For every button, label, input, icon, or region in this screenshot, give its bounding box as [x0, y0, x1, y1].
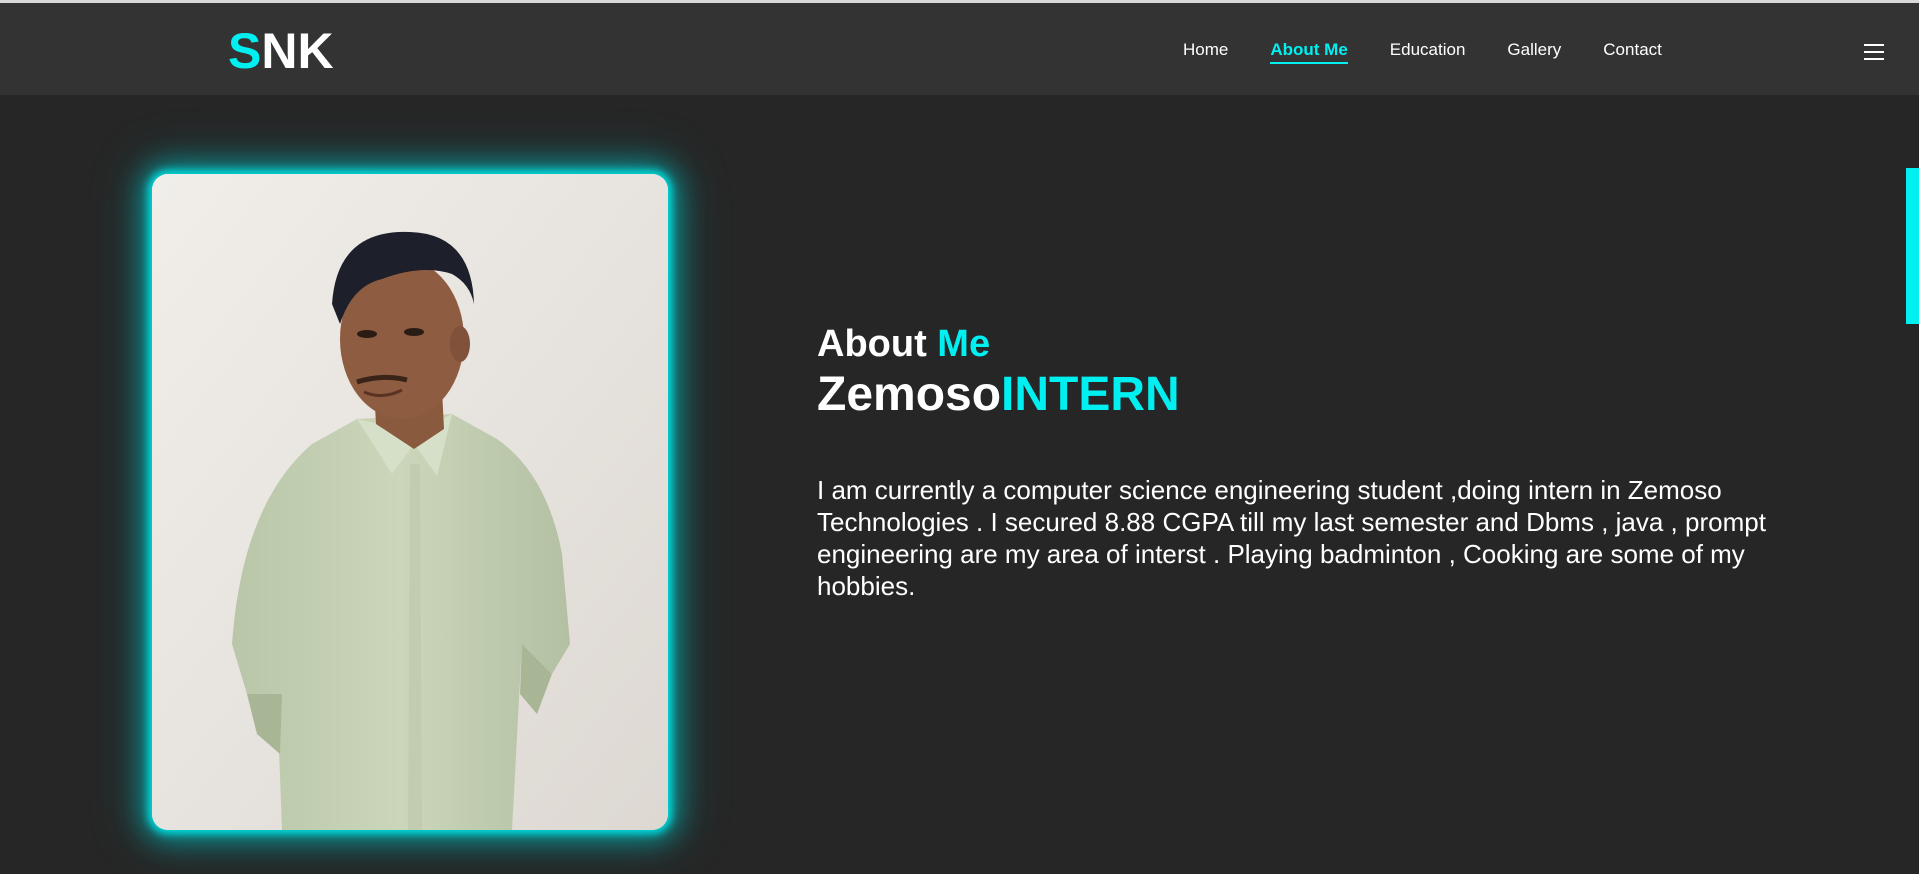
about-heading-accent: Me	[937, 323, 991, 365]
nav-contact[interactable]: Contact	[1603, 39, 1662, 64]
hamburger-icon[interactable]	[1862, 41, 1886, 63]
logo-accent-letter: S	[228, 23, 262, 79]
nav-about-me[interactable]: About Me	[1270, 39, 1348, 64]
profile-photo-illustration	[152, 174, 668, 830]
role-prefix: Zemoso	[817, 368, 1002, 421]
logo-text: NK	[261, 23, 334, 79]
profile-photo	[152, 174, 668, 830]
site-logo[interactable]: SNK	[228, 23, 334, 79]
about-heading-prefix: About	[817, 323, 938, 365]
role-accent: INTERN	[1001, 368, 1180, 421]
main-nav: Home About Me Education Gallery Contact	[1183, 39, 1662, 64]
role-title: ZemosoINTERN	[817, 367, 1180, 423]
nav-gallery[interactable]: Gallery	[1507, 39, 1561, 64]
about-bio: I am currently a computer science engine…	[817, 475, 1766, 601]
nav-home[interactable]: Home	[1183, 39, 1228, 64]
about-heading: About Me	[817, 322, 990, 366]
nav-education[interactable]: Education	[1390, 39, 1466, 64]
scrollbar-thumb[interactable]	[1906, 168, 1919, 324]
site-header: SNK Home About Me Education Gallery Cont…	[0, 3, 1919, 95]
